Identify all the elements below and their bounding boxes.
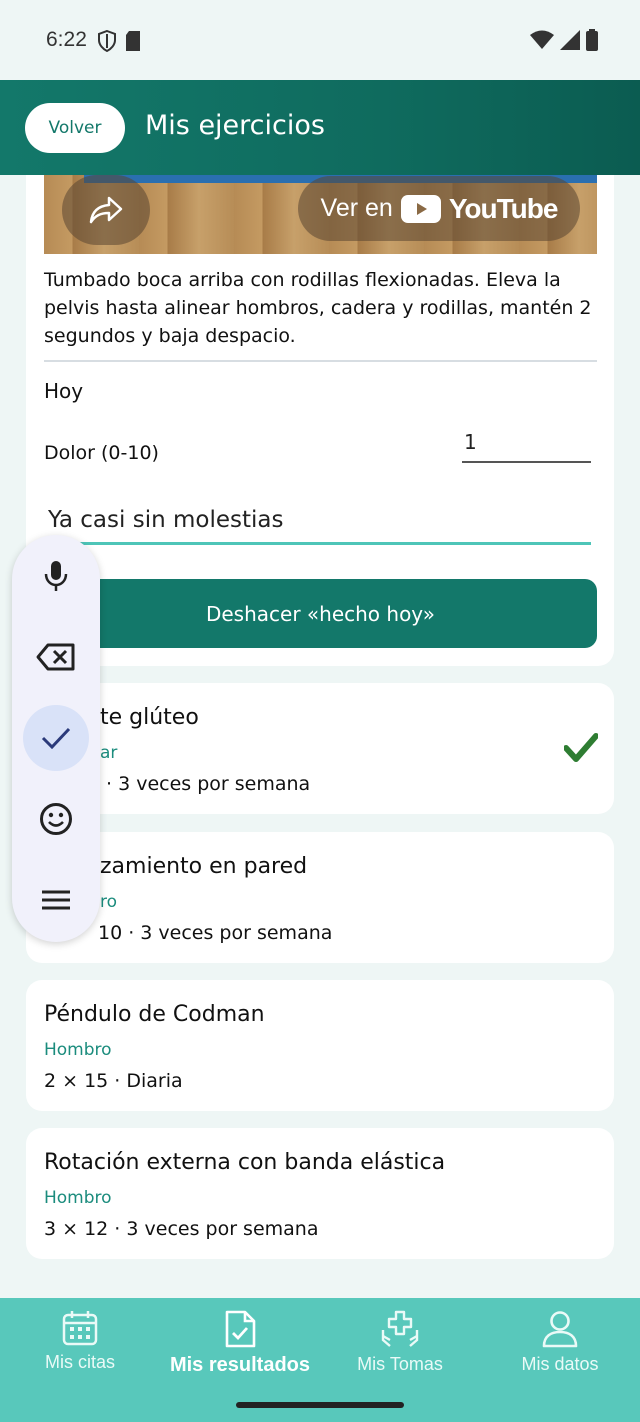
keyboard-floating-toolbar xyxy=(12,535,100,942)
exercise-card[interactable]: Rotación externa con banda elástica Homb… xyxy=(26,1128,614,1259)
calendar-icon xyxy=(62,1311,98,1346)
nav-label: Mis datos xyxy=(521,1354,599,1374)
exercise-title: Péndulo de Codman xyxy=(44,1002,265,1027)
app-header: Volver Mis ejercicios xyxy=(0,80,640,175)
person-icon xyxy=(542,1311,578,1348)
youtube-prefix: Ver en xyxy=(320,194,393,222)
exercise-dose: 3 × 12 · 3 veces por semana xyxy=(44,1218,319,1240)
nav-label: Mis citas xyxy=(44,1352,115,1372)
exercise-title: Rotación externa con banda elástica xyxy=(44,1150,446,1175)
watch-on-youtube-button[interactable]: Ver en YouTube xyxy=(298,176,580,241)
status-bar: 6:22 xyxy=(0,0,640,80)
nav-label: Mis Tomas xyxy=(357,1354,443,1374)
exercise-dose: 10 · 3 veces por semana xyxy=(98,922,333,944)
exercise-dose: · 3 veces por semana xyxy=(106,773,311,795)
exercise-area: ar xyxy=(100,743,118,763)
nav-item-mis-datos[interactable]: Mis datos xyxy=(480,1310,640,1390)
backspace-button[interactable] xyxy=(23,624,89,690)
pain-label: Dolor (0-10) xyxy=(44,442,159,464)
sd-card-icon xyxy=(126,31,140,51)
exercise-card[interactable]: zamiento en pared ro 10 · 3 veces por se… xyxy=(26,832,614,963)
hands-medical-icon xyxy=(381,1310,419,1347)
wifi-icon xyxy=(530,30,554,49)
exercise-title: zamiento en pared xyxy=(100,854,308,879)
backspace-icon xyxy=(36,643,75,671)
exercise-detail-card: Ver en YouTube Tumbado boca arriba con r… xyxy=(26,175,614,666)
exercise-dose: 2 × 15 · Diaria xyxy=(44,1070,183,1092)
youtube-brand: YouTube xyxy=(448,192,559,224)
page-title: Mis ejercicios xyxy=(145,110,325,141)
exercise-title: te glúteo xyxy=(100,705,199,730)
emoji-icon xyxy=(40,803,72,835)
exercise-area: Hombro xyxy=(44,1188,112,1208)
back-button[interactable]: Volver xyxy=(25,103,125,153)
share-button[interactable] xyxy=(62,175,150,245)
nav-label: Mis resultados xyxy=(169,1354,311,1376)
status-icons-left xyxy=(98,30,142,52)
exercise-card[interactable]: Péndulo de Codman Hombro 2 × 15 · Diaria xyxy=(26,980,614,1111)
exercise-area: Hombro xyxy=(44,1040,112,1060)
home-indicator[interactable] xyxy=(236,1402,404,1408)
check-icon xyxy=(41,727,71,749)
exercise-description: Tumbado boca arriba con rodillas flexion… xyxy=(44,269,592,347)
shield-icon xyxy=(98,30,116,52)
undo-done-today-button[interactable]: Deshacer «hecho hoy» xyxy=(44,579,597,648)
divider xyxy=(44,360,597,362)
menu-icon xyxy=(42,890,70,910)
pain-input[interactable] xyxy=(462,423,591,463)
menu-button[interactable] xyxy=(23,867,89,933)
nav-item-mis-tomas[interactable]: Mis Tomas xyxy=(320,1310,480,1390)
nav-item-mis-citas[interactable]: Mis citas xyxy=(0,1310,160,1390)
emoji-button[interactable] xyxy=(23,786,89,852)
document-check-icon xyxy=(225,1310,256,1348)
today-label: Hoy xyxy=(44,379,84,403)
done-check-icon xyxy=(564,733,598,762)
exercise-area: ro xyxy=(100,892,118,912)
share-icon xyxy=(89,196,123,224)
microphone-icon xyxy=(44,561,68,591)
exercise-card[interactable]: te glúteo ar · 3 veces por semana xyxy=(26,683,614,814)
nav-item-mis-resultados[interactable]: Mis resultados xyxy=(160,1310,320,1390)
status-time: 6:22 xyxy=(46,28,87,51)
confirm-button[interactable] xyxy=(23,705,89,771)
note-input[interactable] xyxy=(44,497,591,545)
microphone-button[interactable] xyxy=(23,543,89,609)
youtube-play-icon xyxy=(400,194,441,223)
video-thumbnail[interactable]: Ver en YouTube xyxy=(44,175,597,254)
status-icons-right xyxy=(530,29,598,51)
signal-icon xyxy=(560,30,580,50)
battery-icon xyxy=(586,29,598,51)
